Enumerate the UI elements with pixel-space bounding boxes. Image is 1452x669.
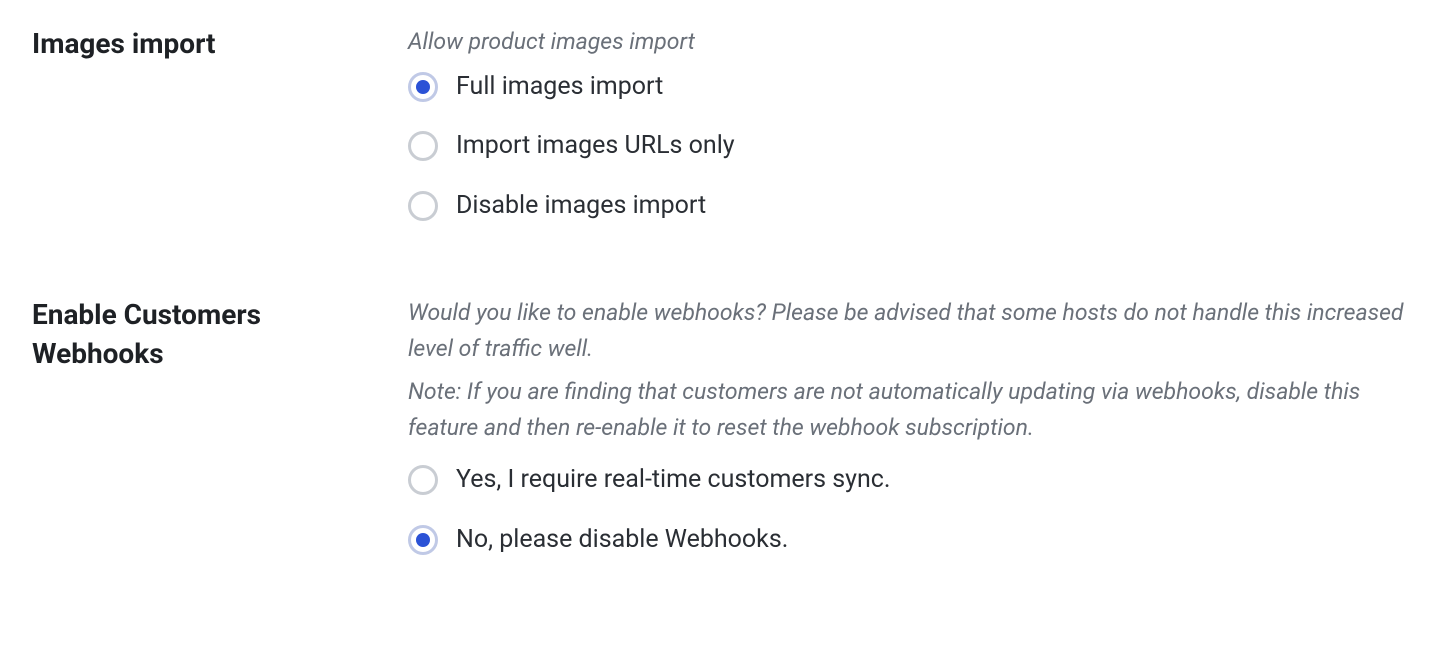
images-import-title: Images import [32, 24, 384, 63]
radio-full-images-import[interactable] [408, 72, 438, 102]
setting-customers-webhooks: Enable Customers Webhooks Would you like… [32, 295, 1420, 557]
images-import-radio-group: Full images import Import images URLs on… [408, 70, 1420, 223]
customers-webhooks-radio-group: Yes, I require real-time customers sync.… [408, 463, 1420, 557]
radio-label-import-urls-only[interactable]: Import images URLs only [456, 129, 735, 163]
customers-webhooks-title: Enable Customers Webhooks [32, 295, 384, 373]
setting-content-col: Allow product images import Full images … [408, 24, 1420, 223]
radio-item-full-images: Full images import [408, 70, 1420, 104]
images-import-help: Allow product images import [408, 24, 1420, 60]
radio-item-urls-only: Import images URLs only [408, 129, 1420, 163]
radio-label-disable-images-import[interactable]: Disable images import [456, 189, 706, 223]
radio-label-full-images-import[interactable]: Full images import [456, 70, 663, 104]
radio-webhooks-no[interactable] [408, 525, 438, 555]
radio-disable-images-import[interactable] [408, 191, 438, 221]
radio-label-webhooks-yes[interactable]: Yes, I require real-time customers sync. [456, 463, 890, 497]
radio-item-webhooks-no: No, please disable Webhooks. [408, 523, 1420, 557]
radio-label-webhooks-no[interactable]: No, please disable Webhooks. [456, 523, 788, 557]
customers-webhooks-help-2: Note: If you are finding that customers … [408, 374, 1420, 445]
radio-webhooks-yes[interactable] [408, 465, 438, 495]
setting-images-import: Images import Allow product images impor… [32, 24, 1420, 223]
radio-item-disable-images: Disable images import [408, 189, 1420, 223]
radio-item-webhooks-yes: Yes, I require real-time customers sync. [408, 463, 1420, 497]
customers-webhooks-help-1: Would you like to enable webhooks? Pleas… [408, 295, 1420, 366]
setting-label-col: Images import [32, 24, 408, 63]
setting-label-col: Enable Customers Webhooks [32, 295, 408, 373]
setting-content-col: Would you like to enable webhooks? Pleas… [408, 295, 1420, 557]
radio-import-urls-only[interactable] [408, 131, 438, 161]
